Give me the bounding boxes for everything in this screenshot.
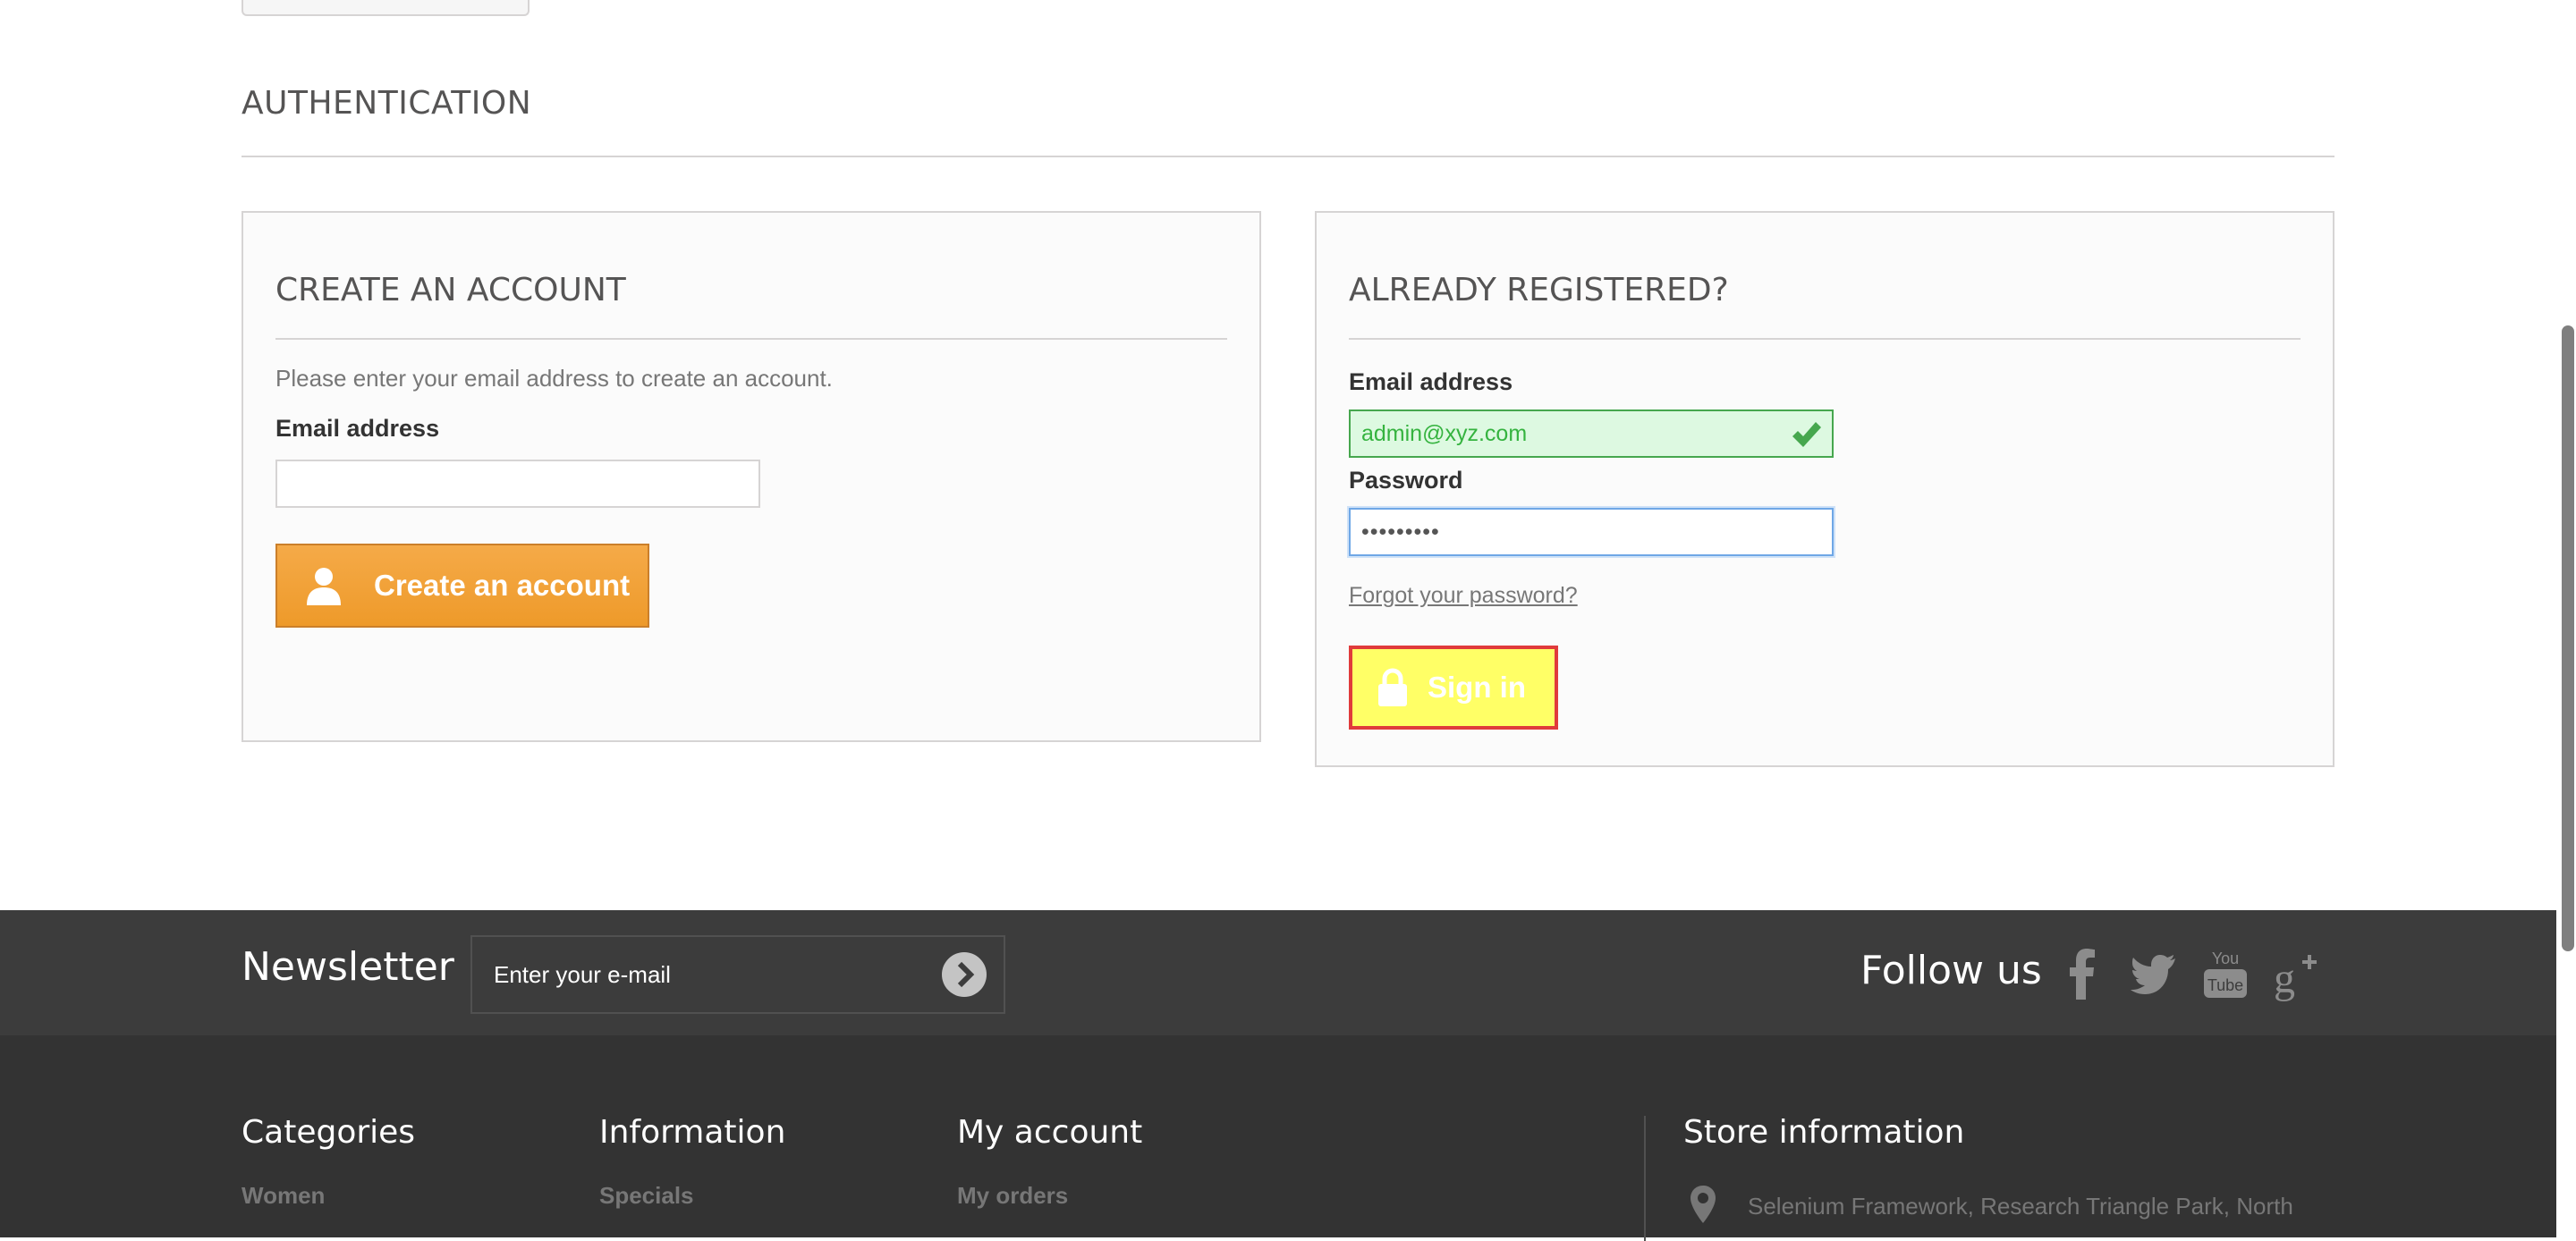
follow-us-title: Follow us xyxy=(1860,948,2042,993)
footer-categories-title: Categories xyxy=(242,1114,416,1151)
sign-in-button[interactable]: Sign in xyxy=(1349,646,1558,730)
user-icon xyxy=(307,568,341,605)
create-account-button[interactable]: Create an account xyxy=(275,544,649,628)
svg-text:Tube: Tube xyxy=(2207,976,2243,994)
footer-link-women[interactable]: Women xyxy=(242,1182,325,1210)
login-email-value: admin@xyz.com xyxy=(1361,421,1528,446)
create-account-button-label: Create an account xyxy=(374,569,631,602)
facebook-icon[interactable] xyxy=(2057,946,2107,1001)
create-account-panel: CREATE AN ACCOUNT Please enter your emai… xyxy=(242,211,1261,742)
footer-my-account-title: My account xyxy=(957,1114,1143,1151)
forgot-password-link[interactable]: Forgot your password? xyxy=(1349,583,1578,609)
create-account-title: CREATE AN ACCOUNT xyxy=(275,266,1227,340)
password-value: ••••••••• xyxy=(1361,519,1440,545)
page-title: AUTHENTICATION xyxy=(242,80,2334,157)
sign-in-button-label: Sign in xyxy=(1428,671,1526,704)
footer-divider xyxy=(1644,1116,1646,1241)
breadcrumb xyxy=(242,0,530,16)
newsletter-placeholder: Enter your e-mail xyxy=(494,961,671,988)
twitter-icon[interactable] xyxy=(2129,946,2179,1001)
newsletter-email-input[interactable]: Enter your e-mail xyxy=(470,935,1005,1014)
create-email-input[interactable] xyxy=(275,460,760,508)
checkmark-icon xyxy=(1792,422,1821,447)
svg-text:You: You xyxy=(2212,950,2239,967)
youtube-icon[interactable]: You Tube xyxy=(2200,946,2250,1001)
create-account-instruction: Please enter your email address to creat… xyxy=(275,365,833,392)
scrollbar[interactable] xyxy=(2556,0,2576,1237)
lock-icon xyxy=(1378,668,1407,706)
newsletter-title: Newsletter xyxy=(242,944,454,990)
login-title: ALREADY REGISTERED? xyxy=(1349,266,2301,340)
arrow-right-circle-icon[interactable] xyxy=(941,951,987,998)
footer-store-title: Store information xyxy=(1683,1114,1965,1151)
footer-link-my-orders[interactable]: My orders xyxy=(957,1182,1068,1210)
login-email-label: Email address xyxy=(1349,368,1513,395)
store-address: Selenium Framework, Research Triangle Pa… xyxy=(1748,1193,2293,1220)
scrollbar-thumb[interactable] xyxy=(2562,325,2574,951)
password-label: Password xyxy=(1349,467,1463,494)
google-plus-icon[interactable]: g xyxy=(2272,946,2322,1001)
login-panel: ALREADY REGISTERED? Email address admin@… xyxy=(1315,211,2334,767)
footer-information-title: Information xyxy=(599,1114,786,1151)
login-email-input[interactable]: admin@xyz.com xyxy=(1349,409,1834,458)
password-input[interactable]: ••••••••• xyxy=(1349,508,1834,556)
footer-link-specials[interactable]: Specials xyxy=(599,1182,694,1210)
newsletter-bar: Newsletter Enter your e-mail Follow us Y… xyxy=(0,910,2576,1035)
svg-text:g: g xyxy=(2274,955,2295,1001)
map-pin-icon xyxy=(1690,1186,1716,1223)
create-email-label: Email address xyxy=(275,415,440,442)
footer: Categories Women Information Specials My… xyxy=(0,1035,2576,1241)
